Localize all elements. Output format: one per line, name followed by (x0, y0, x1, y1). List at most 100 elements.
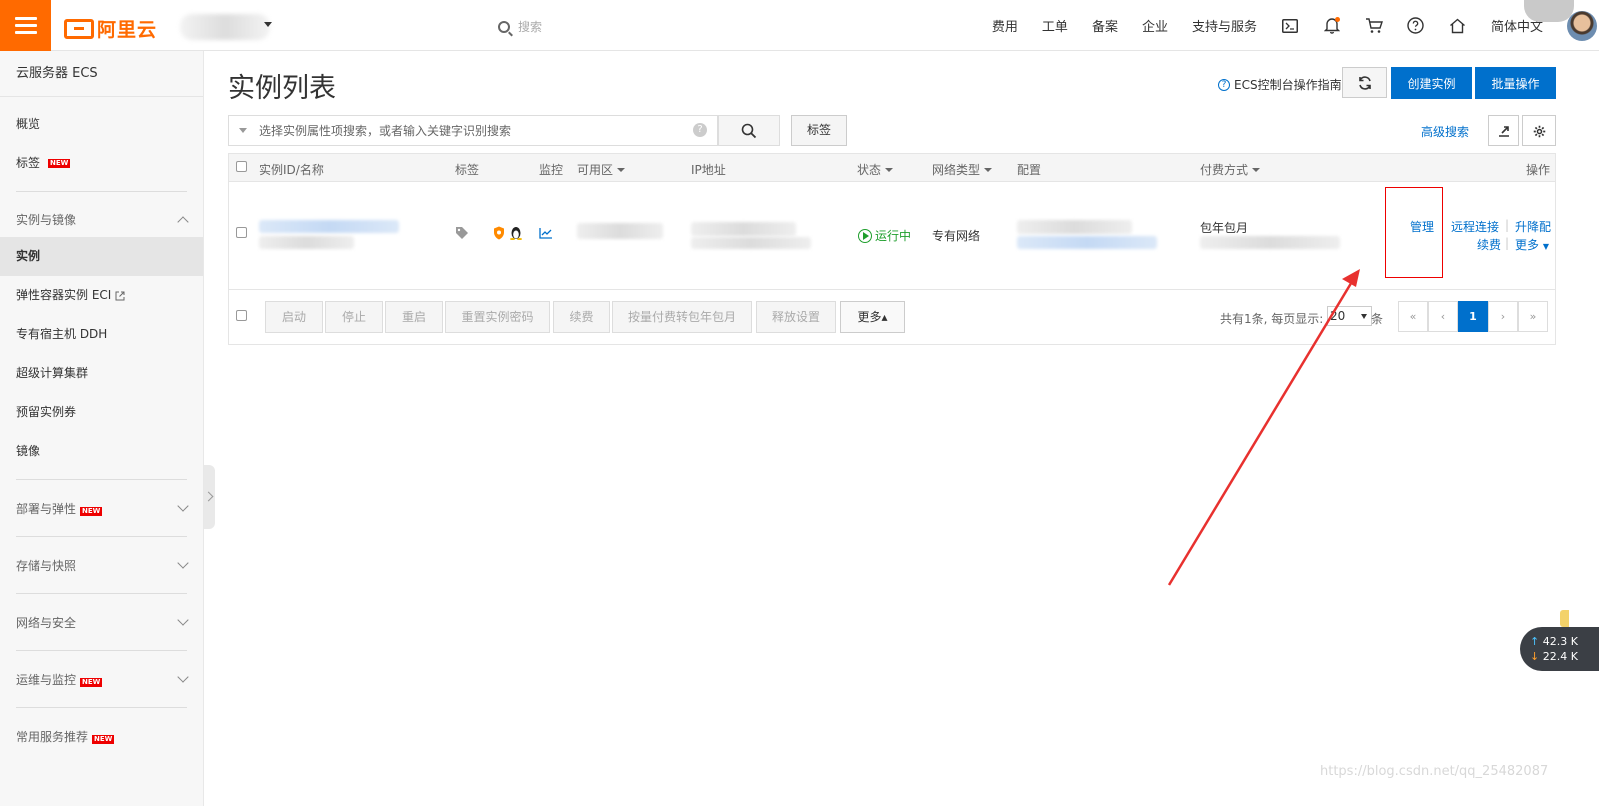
arrow-up-icon: ↑ (1530, 635, 1540, 648)
sidebar-item-eci[interactable]: 弹性容器实例 ECI (0, 276, 203, 315)
monitor-chart-icon[interactable] (539, 227, 553, 239)
convert-billing-button[interactable]: 按量付费转包年包月 (612, 301, 752, 333)
sidebar-group-recommend[interactable]: 常用服务推荐 NEW (0, 708, 203, 764)
restart-button[interactable]: 重启 (385, 301, 443, 333)
sidebar-item-reserved[interactable]: 预留实例券 (0, 393, 203, 432)
tag-icon[interactable] (455, 226, 469, 240)
global-search[interactable]: 搜索 (498, 18, 542, 35)
caret-down-icon[interactable] (239, 128, 247, 133)
nav-support[interactable]: 支持与服务 (1192, 16, 1257, 35)
select-all-checkbox[interactable] (236, 161, 247, 172)
last-page-button[interactable]: » (1518, 301, 1548, 332)
column-status[interactable]: 状态 (857, 161, 894, 178)
batch-operation-button[interactable]: 批量操作 (1475, 67, 1556, 99)
sidebar-item-scc[interactable]: 超级计算集群 (0, 354, 203, 393)
sidebar-collapse-handle[interactable] (204, 465, 215, 529)
brand-name: 阿里云 (97, 19, 158, 41)
nav-tickets[interactable]: 工单 (1042, 16, 1068, 35)
new-badge: NEW (80, 677, 103, 687)
row-checkbox[interactable] (236, 227, 247, 238)
home-icon[interactable] (1449, 17, 1467, 35)
table-header: 实例ID/名称 标签 监控 可用区 IP地址 状态 网络类型 配置 付费方式 操… (229, 154, 1555, 182)
column-label: 标签 (455, 163, 480, 177)
tag-filter-button[interactable]: 标签 (791, 115, 847, 146)
floating-widget[interactable] (1524, 0, 1574, 22)
footer-select-checkbox[interactable] (236, 310, 247, 321)
annotation-highlight-box (1385, 187, 1443, 278)
sidebar-item-ddh[interactable]: 专有宿主机 DDH (0, 315, 203, 354)
refresh-button[interactable] (1342, 67, 1387, 98)
column-label: 监控 (539, 163, 564, 177)
ip-value (691, 222, 796, 236)
remote-connect-link[interactable]: 远程连接 (1451, 218, 1499, 235)
menu-icon[interactable] (0, 0, 51, 51)
next-page-button[interactable]: › (1488, 301, 1518, 332)
caret-down-icon: ▼ (1542, 242, 1549, 251)
search-button[interactable] (718, 115, 780, 146)
instance-id-link[interactable] (259, 220, 399, 233)
guide-link[interactable]: ? ECS控制台操作指南 (1218, 76, 1342, 93)
sidebar-item-label: 弹性容器实例 ECI (16, 288, 112, 302)
sidebar-group-deployment[interactable]: 部署与弹性 NEW (0, 480, 203, 536)
caret-down-icon[interactable] (264, 22, 272, 27)
column-label: 付费方式 (1200, 163, 1249, 177)
help-icon[interactable] (1407, 17, 1425, 35)
nav-icp[interactable]: 备案 (1092, 16, 1118, 35)
release-settings-button[interactable]: 释放设置 (756, 301, 836, 333)
external-link-icon (115, 291, 125, 300)
column-zone[interactable]: 可用区 (577, 161, 626, 178)
sidebar: 云服务器 ECS 概览 标签 NEW 实例与镜像 实例 弹性容器实例 ECI 专有… (0, 51, 204, 806)
config-spec-link[interactable] (1017, 236, 1157, 249)
caret-down-icon (617, 167, 626, 172)
terminal-icon[interactable] (1281, 17, 1299, 35)
first-page-button[interactable]: « (1398, 301, 1428, 332)
sidebar-group-label: 实例与镜像 (16, 213, 77, 227)
sidebar-item-tags[interactable]: 标签 NEW (0, 144, 203, 183)
speed-widget-handle[interactable] (1560, 610, 1569, 627)
stop-button[interactable]: 停止 (325, 301, 383, 333)
prev-page-button[interactable]: ‹ (1428, 301, 1458, 332)
create-instance-button[interactable]: 创建实例 (1391, 67, 1472, 99)
arrow-down-icon: ↓ (1530, 650, 1540, 663)
cart-icon[interactable] (1365, 17, 1383, 35)
security-shield-icon[interactable] (493, 226, 505, 240)
page-1-button[interactable]: 1 (1458, 301, 1488, 332)
new-badge: NEW (48, 159, 71, 168)
column-label: 状态 (857, 163, 882, 177)
sidebar-item-images[interactable]: 镜像 (0, 432, 203, 471)
sidebar-item-overview[interactable]: 概览 (0, 105, 203, 144)
reset-password-button[interactable]: 重置实例密码 (445, 301, 550, 333)
region-selector[interactable] (180, 14, 270, 40)
nav-billing[interactable]: 费用 (992, 16, 1018, 35)
sidebar-item-label: 标签 (16, 156, 41, 170)
column-billing[interactable]: 付费方式 (1200, 161, 1261, 178)
sidebar-group-storage[interactable]: 存储与快照 (0, 537, 203, 593)
resize-link[interactable]: 升降配 (1515, 218, 1551, 235)
running-status-icon (858, 228, 872, 243)
sidebar-item-instances[interactable]: 实例 (0, 237, 203, 276)
renew-button[interactable]: 续费 (553, 301, 610, 333)
sidebar-group-ops[interactable]: 运维与监控 NEW (0, 651, 203, 707)
brand-logo[interactable]: 阿里云 (64, 15, 157, 42)
column-network-type[interactable]: 网络类型 (932, 161, 993, 178)
help-icon: ? (1218, 78, 1230, 91)
more-button[interactable]: 更多▴ (840, 301, 905, 333)
more-actions-link[interactable]: 更多 ▼ (1515, 236, 1549, 253)
export-button[interactable] (1488, 115, 1519, 146)
avatar[interactable] (1567, 10, 1597, 41)
column-label: 操作 (1526, 163, 1551, 177)
nav-enterprise[interactable]: 企业 (1142, 16, 1168, 35)
more-label: 更多 (1515, 238, 1540, 252)
sidebar-group-network[interactable]: 网络与安全 (0, 594, 203, 650)
instance-search-input[interactable]: 选择实例属性项搜索，或者输入关键字识别搜索 ? (228, 115, 718, 146)
advanced-search-link[interactable]: 高级搜索 (1421, 123, 1469, 140)
status-label: 运行中 (875, 229, 912, 243)
sidebar-item-label: 超级计算集群 (16, 366, 89, 380)
page-title: 实例列表 (228, 73, 336, 104)
start-button[interactable]: 启动 (265, 301, 323, 333)
help-icon[interactable]: ? (693, 123, 707, 137)
renew-link[interactable]: 续费 (1477, 236, 1501, 253)
bell-icon[interactable] (1323, 16, 1341, 35)
network-speed-widget[interactable]: ↑ 42.3 K ↓ 22.4 K (1520, 627, 1599, 671)
table-settings-button[interactable] (1522, 115, 1556, 146)
